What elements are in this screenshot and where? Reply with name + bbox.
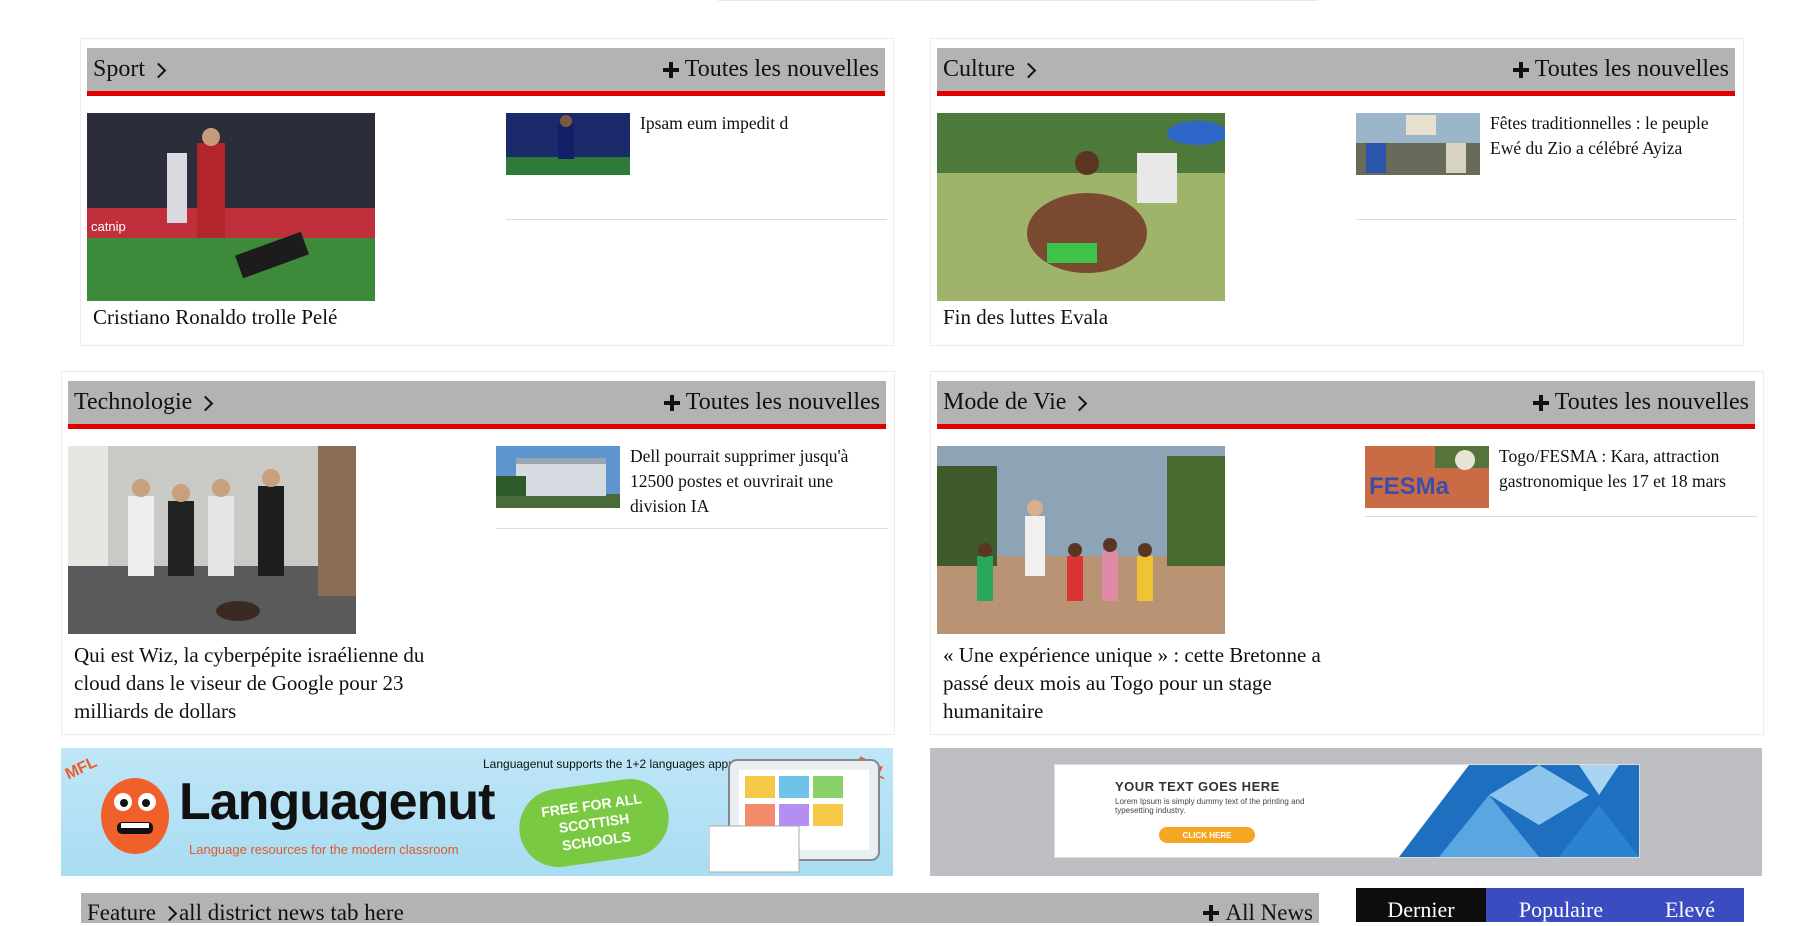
all-news-link[interactable]: Toutes les nouvelles: [662, 56, 879, 83]
mascot-logo: [101, 778, 169, 854]
side-article[interactable]: Ipsam eum impedit d: [506, 113, 887, 220]
feature-subtitle: all district news tab here: [178, 900, 404, 925]
section-header: Mode de Vie Toutes les nouvelles: [937, 381, 1755, 429]
section-header: Culture Toutes les nouvelles: [937, 48, 1735, 96]
all-news-link[interactable]: Toutes les nouvelles: [1532, 389, 1749, 416]
banner-inner[interactable]: YOUR TEXT GOES HERE Lorem Ipsum is simpl…: [1054, 764, 1640, 858]
feature-header: Feature all district news tab here All N…: [81, 893, 1319, 926]
category-label: Sport: [93, 56, 146, 82]
section-mode-de-vie: Mode de Vie Toutes les nouvelles « Une e…: [930, 371, 1764, 735]
category-link-mode-de-vie[interactable]: Mode de Vie: [943, 389, 1088, 416]
side-article-title[interactable]: Togo/FESMA : Kara, attraction gastronomi…: [1499, 444, 1757, 494]
category-label: Mode de Vie: [943, 389, 1067, 415]
chevron-right-icon: [1072, 395, 1088, 411]
chevron-right-icon: [198, 395, 214, 411]
all-news-label: Toutes les nouvelles: [1554, 389, 1749, 415]
side-article-thumbnail[interactable]: [506, 113, 630, 175]
all-news-link[interactable]: Toutes les nouvelles: [663, 389, 880, 416]
plus-icon: [1203, 905, 1220, 921]
main-article-title[interactable]: « Une expérience unique » : cette Breton…: [943, 641, 1343, 725]
svg-text:FESMa: FESMa: [1369, 473, 1450, 500]
side-article[interactable]: FESMa Togo/FESMA : Kara, attraction gast…: [1365, 446, 1757, 517]
category-link-technologie[interactable]: Technologie: [74, 389, 214, 416]
main-article-title[interactable]: Fin des luttes Evala: [943, 303, 1323, 331]
plus-icon: [1512, 61, 1529, 78]
chevron-right-icon: [1020, 62, 1037, 78]
main-article-title[interactable]: Qui est Wiz, la cyberpépite israélienne …: [74, 641, 474, 725]
banner-pattern: [1399, 765, 1639, 857]
tablet-illustration: [709, 759, 880, 873]
feature-all-news-link[interactable]: All News: [1203, 900, 1313, 926]
tab-label: Populaire: [1518, 897, 1604, 922]
tab-label: Dernier: [1387, 897, 1455, 922]
top-divider: [718, 0, 1318, 1]
all-news-label: Toutes les nouvelles: [684, 56, 879, 82]
feature-category-link[interactable]: Feature all district news tab here: [87, 900, 404, 926]
languagenut-banner[interactable]: MFL EAL Languagenut Language resources f…: [61, 748, 893, 876]
category-link-culture[interactable]: Culture: [943, 56, 1037, 83]
tab-label: Elevé: [1664, 897, 1716, 922]
section-header: Sport Toutes les nouvelles: [87, 48, 885, 96]
free-badge-text: FREE FOR ALL SCOTTISH SCHOOLS: [540, 790, 643, 854]
chevron-right-icon: [150, 62, 167, 78]
chevron-right-icon: [161, 905, 178, 922]
brand-tagline: Language resources for the modern classr…: [189, 842, 459, 857]
banner-cta-label: CLICK HERE: [1182, 830, 1232, 840]
main-article-image[interactable]: catnip: [87, 113, 375, 301]
section-header: Technologie Toutes les nouvelles: [68, 381, 886, 429]
svg-text:catnip: catnip: [91, 219, 126, 234]
all-news-label: Toutes les nouvelles: [1534, 56, 1729, 82]
feature-label: Feature: [87, 900, 156, 925]
side-article-title[interactable]: Dell pourrait supprimer jusqu'à 12500 po…: [630, 444, 882, 519]
banner-headline: YOUR TEXT GOES HERE: [1115, 779, 1280, 794]
main-article-image[interactable]: [937, 446, 1225, 634]
main-article-image[interactable]: [937, 113, 1225, 301]
plus-icon: [663, 394, 680, 411]
side-article-thumbnail[interactable]: [1356, 113, 1480, 175]
side-article-thumbnail[interactable]: FESMa: [1365, 446, 1489, 508]
side-article[interactable]: Fêtes traditionnelles : le peuple Ewé du…: [1356, 113, 1737, 220]
side-article[interactable]: Dell pourrait supprimer jusqu'à 12500 po…: [496, 446, 888, 529]
category-label: Technologie: [74, 389, 193, 415]
banner-cta-button[interactable]: CLICK HERE: [1159, 827, 1255, 843]
plus-icon: [662, 61, 679, 78]
section-sport: Sport Toutes les nouvelles catnip Cristi…: [80, 38, 894, 346]
all-news-link[interactable]: Toutes les nouvelles: [1512, 56, 1729, 83]
section-culture: Culture Toutes les nouvelles Fin des lut…: [930, 38, 1744, 346]
sponsor-banner[interactable]: YOUR TEXT GOES HERE Lorem Ipsum is simpl…: [930, 748, 1762, 876]
main-article-image[interactable]: [68, 446, 356, 634]
main-article-title[interactable]: Cristiano Ronaldo trolle Pelé: [93, 303, 473, 331]
plus-icon: [1532, 394, 1549, 411]
side-article-thumbnail[interactable]: [496, 446, 620, 508]
banner-body: Lorem Ipsum is simply dummy text of the …: [1115, 797, 1305, 815]
category-link-sport[interactable]: Sport: [93, 56, 167, 83]
feature-all-news-label: All News: [1225, 900, 1313, 925]
all-news-label: Toutes les nouvelles: [685, 389, 880, 415]
side-article-title[interactable]: Ipsam eum impedit d: [640, 111, 880, 136]
brand-name: Languagenut: [179, 773, 495, 831]
category-label: Culture: [943, 56, 1015, 82]
section-technologie: Technologie Toutes les nouvelles Qui est…: [61, 371, 895, 735]
side-article-title[interactable]: Fêtes traditionnelles : le peuple Ewé du…: [1490, 111, 1735, 161]
free-badge: FREE FOR ALL SCOTTISH SCHOOLS: [514, 773, 674, 873]
